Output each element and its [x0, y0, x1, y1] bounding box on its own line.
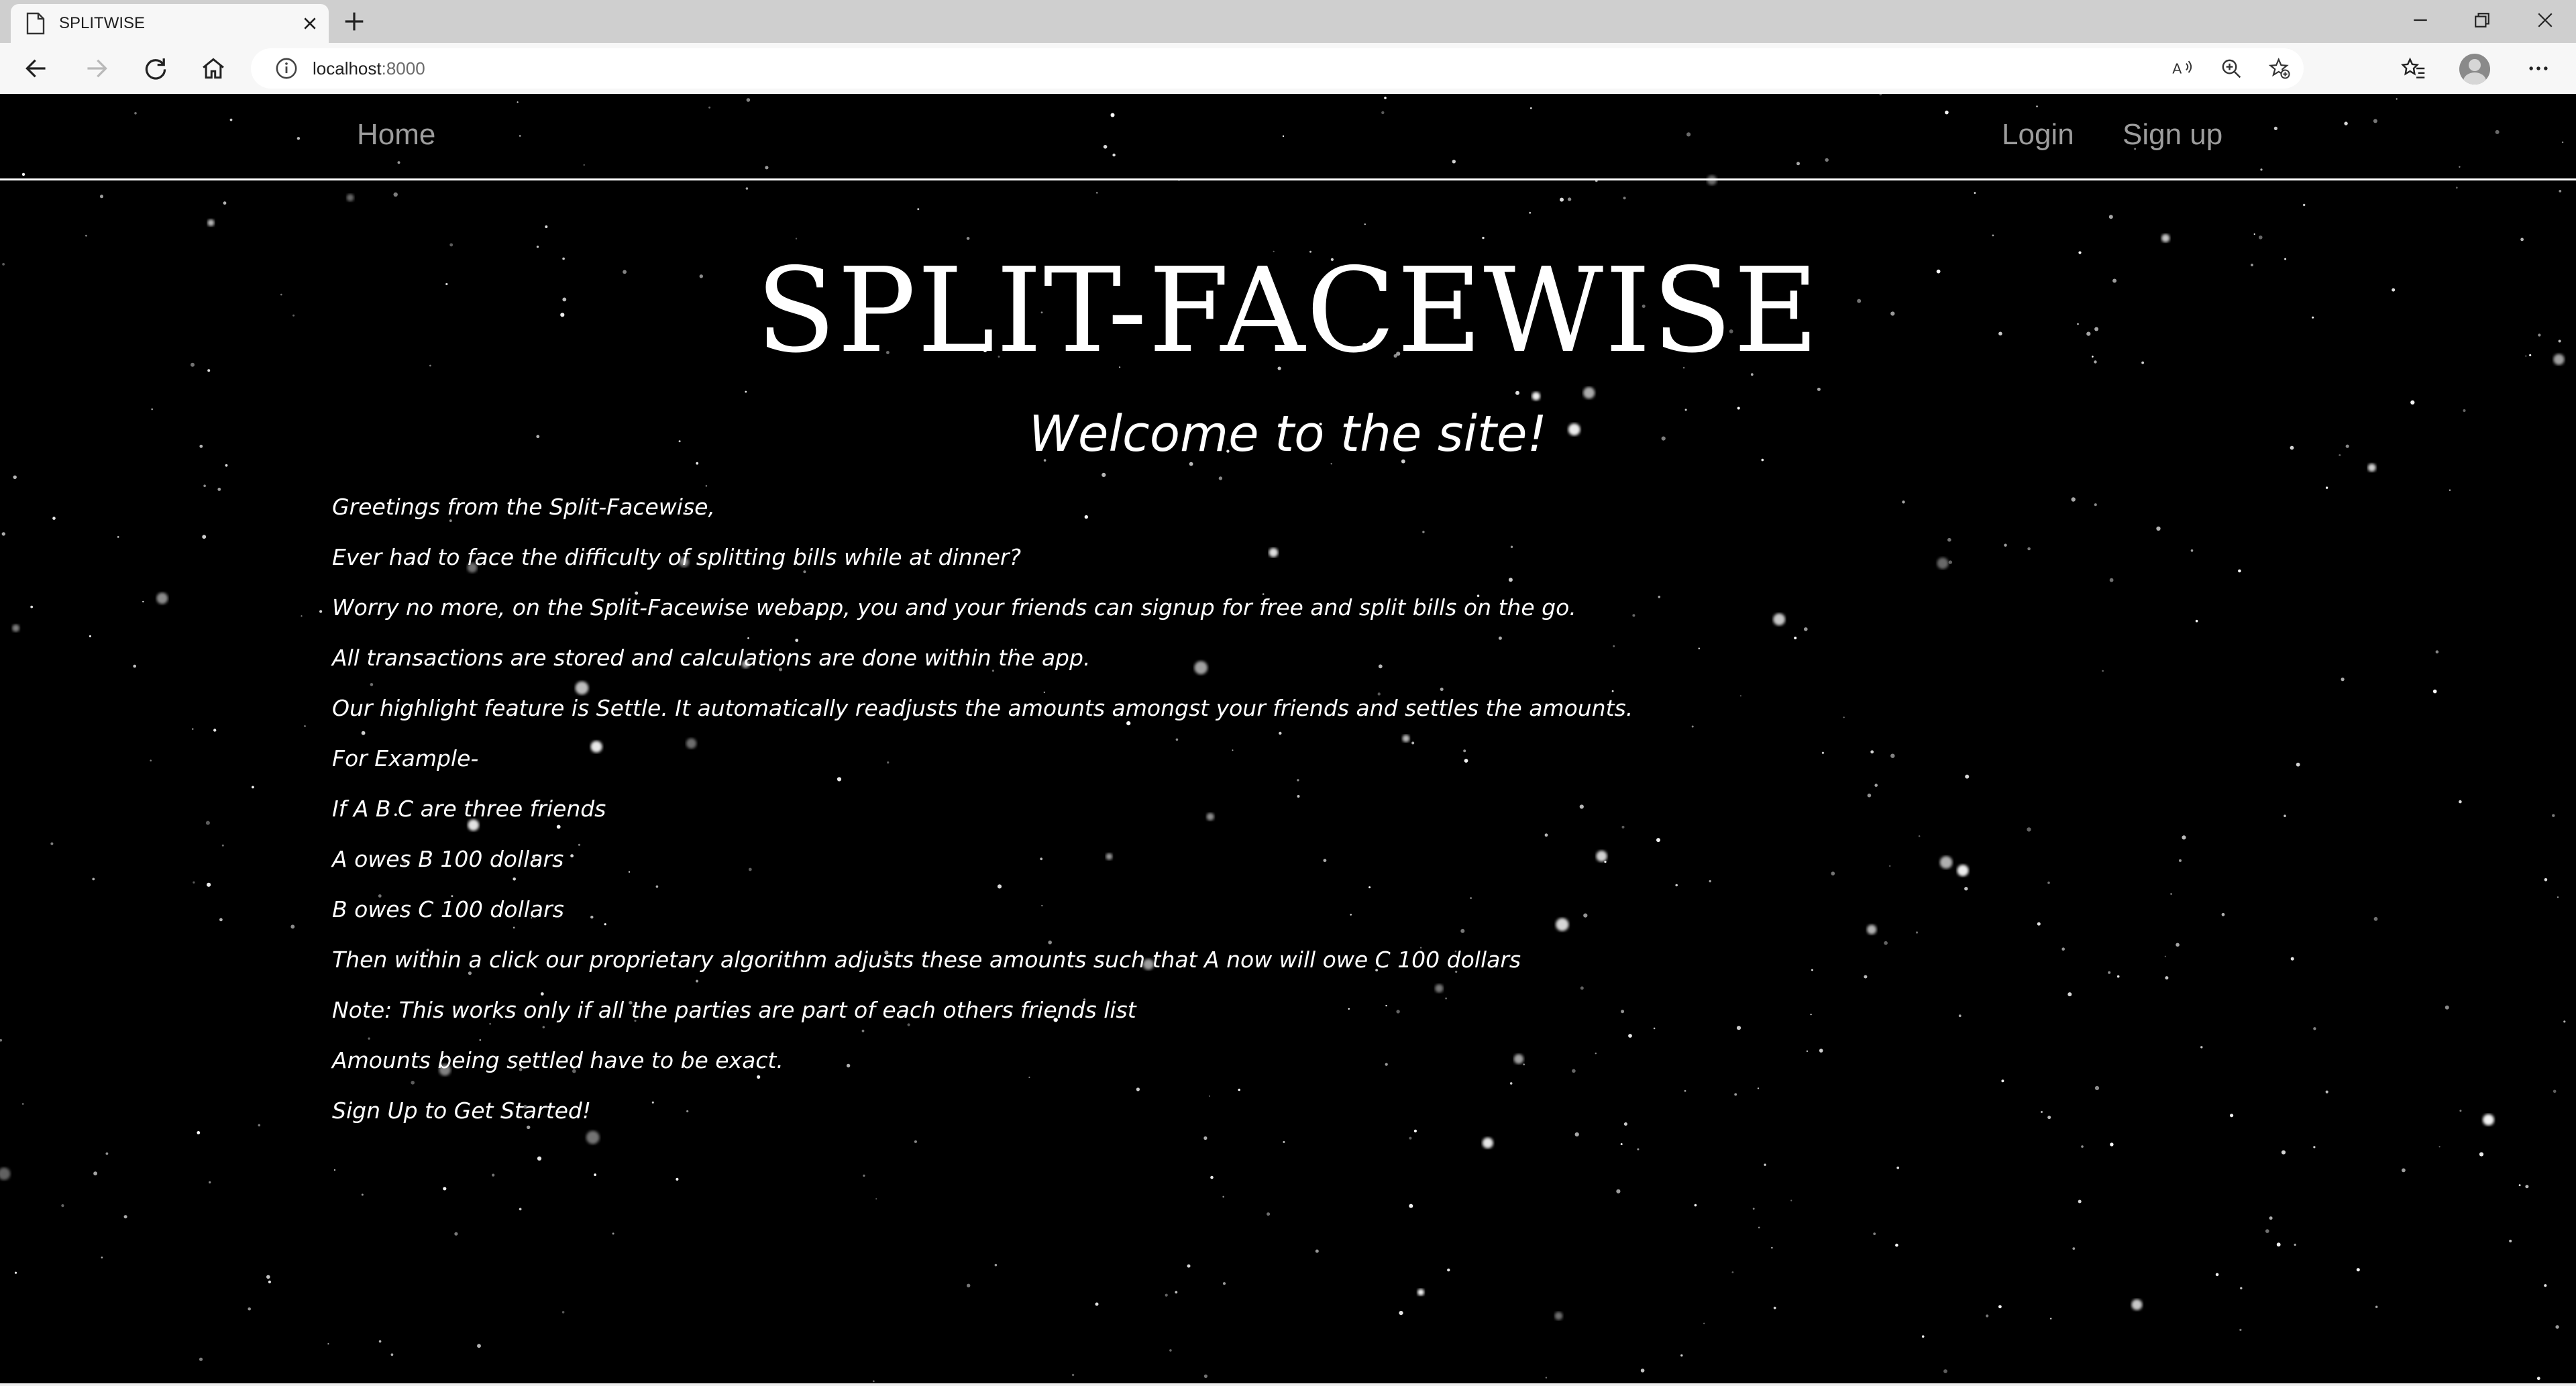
intro-line: Our highlight feature is Settle. It auto… [332, 695, 1633, 721]
back-icon[interactable] [17, 51, 55, 86]
intro-line: Amounts being settled have to be exact. [332, 1047, 784, 1073]
intro-line: Ever had to face the difficulty of split… [332, 544, 1021, 570]
read-aloud-icon[interactable]: A [2159, 48, 2207, 89]
nav-home-link[interactable]: Home [357, 118, 435, 152]
site-navbar: Home Login Sign up [0, 94, 2576, 180]
svg-text:A: A [2172, 60, 2182, 76]
close-window-icon[interactable] [2525, 4, 2565, 36]
intro-line: Note: This works only if all the parties… [332, 997, 1136, 1023]
intro-line: Sign Up to Get Started! [332, 1098, 592, 1124]
page-viewport: Home Login Sign up SPLIT-FACEWISE Welcom… [0, 94, 2576, 1386]
nav-login-link[interactable]: Login [2002, 118, 2074, 152]
intro-line: B owes C 100 dollars [332, 896, 564, 922]
zoom-icon[interactable] [2207, 48, 2255, 89]
browser-toolbar: localhost:8000 A [0, 43, 2576, 94]
site-title: SPLIT-FACEWISE [755, 243, 1821, 379]
home-icon[interactable] [195, 51, 232, 86]
intro-line: A owes B 100 dollars [332, 846, 564, 872]
new-tab-icon[interactable] [338, 7, 370, 36]
reload-icon[interactable] [137, 51, 174, 86]
intro-text: Greetings from the Split-Facewise, Ever h… [332, 482, 2277, 1136]
address-bar[interactable]: localhost:8000 A [251, 48, 2304, 89]
url-host: localhost [313, 58, 382, 78]
profile-avatar[interactable] [2459, 54, 2490, 85]
intro-line: If A B C are three friends [332, 796, 606, 822]
intro-line: Then within a click our proprietary algo… [332, 947, 1521, 973]
intro-line: Worry no more, on the Split-Facewise web… [332, 594, 1576, 621]
browser-tab[interactable]: SPLITWISE [11, 4, 329, 43]
browser-tabstrip: SPLITWISE [0, 0, 2576, 43]
intro-line: Greetings from the Split-Facewise, [332, 494, 715, 520]
more-options-icon[interactable] [2520, 51, 2557, 86]
intro-line: For Example- [332, 745, 479, 771]
add-favorite-icon[interactable] [2255, 48, 2304, 89]
nav-signup-link[interactable]: Sign up [2123, 118, 2222, 152]
info-icon[interactable] [275, 57, 298, 80]
url-port: :8000 [381, 58, 425, 78]
close-tab-icon[interactable] [297, 10, 323, 37]
tab-title: SPLITWISE [59, 14, 146, 32]
restore-icon[interactable] [2462, 4, 2502, 36]
window-bottom-edge [0, 1383, 2576, 1386]
page-icon [26, 12, 45, 35]
address-bar-actions: A [2159, 48, 2304, 89]
welcome-heading: Welcome to the site! [1028, 405, 1548, 463]
forward-icon[interactable] [78, 51, 115, 86]
favorites-icon[interactable] [2395, 51, 2432, 86]
minimize-icon[interactable] [2400, 4, 2440, 36]
intro-line: All transactions are stored and calculat… [332, 645, 1091, 671]
